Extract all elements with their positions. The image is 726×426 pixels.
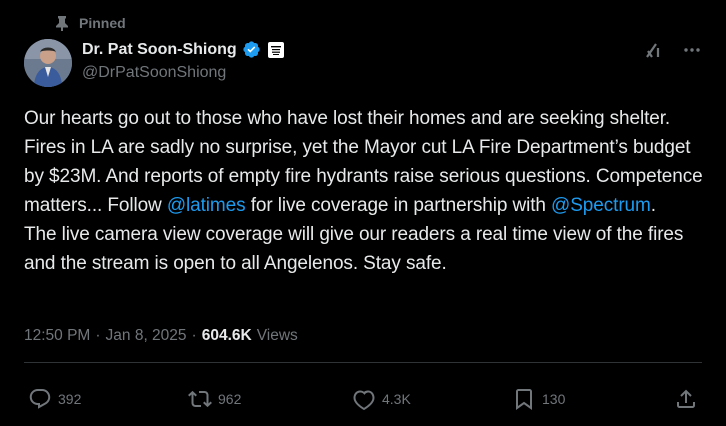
share-button[interactable] [674, 387, 698, 411]
tweet-time[interactable]: 12:50 PM [24, 327, 90, 345]
more-options-icon[interactable] [682, 40, 702, 60]
mention-latimes-link[interactable]: @latimes [167, 195, 246, 216]
like-button[interactable]: 4.3K [352, 387, 411, 411]
tweet-text-part2: for live coverage in partnership with [245, 195, 552, 216]
author-name[interactable]: Dr. Pat Soon-Shiong [82, 41, 237, 59]
bookmark-icon [512, 387, 536, 411]
author-row: Dr. Pat Soon-Shiong [82, 40, 284, 59]
meta-separator: · [95, 327, 101, 344]
meta-separator: · [191, 327, 197, 344]
grok-icon[interactable] [644, 40, 664, 60]
divider [24, 362, 702, 363]
pin-icon [55, 15, 69, 31]
top-actions [644, 40, 702, 60]
avatar[interactable] [24, 39, 72, 87]
like-count: 4.3K [382, 391, 411, 407]
pinned-label: Pinned [79, 15, 126, 31]
tweet-text: Our hearts go out to those who have lost… [24, 104, 704, 278]
repost-count: 962 [218, 391, 242, 407]
heart-icon [352, 387, 376, 411]
bookmark-button[interactable]: 130 [512, 387, 565, 411]
affiliate-badge-icon[interactable] [267, 41, 284, 58]
share-icon [674, 387, 698, 411]
action-bar: 392 962 4.3K 130 [24, 382, 702, 416]
views-label: Views [256, 327, 298, 344]
verified-badge-icon[interactable] [242, 40, 261, 59]
tweet-date[interactable]: Jan 8, 2025 [106, 327, 187, 345]
pinned-indicator: Pinned [55, 14, 126, 32]
reply-count: 392 [58, 391, 82, 407]
repost-icon [188, 387, 212, 411]
views-count: 604.6K [201, 327, 252, 344]
mention-spectrum-link[interactable]: @Spectrum [551, 195, 651, 216]
author-handle[interactable]: @DrPatSoonShiong [82, 64, 226, 82]
repost-button[interactable]: 962 [188, 387, 241, 411]
tweet-meta: 12:50 PM · Jan 8, 2025 · 604.6K Views [24, 327, 298, 345]
reply-button[interactable]: 392 [28, 387, 81, 411]
bookmark-count: 130 [542, 391, 566, 407]
reply-icon [28, 387, 52, 411]
